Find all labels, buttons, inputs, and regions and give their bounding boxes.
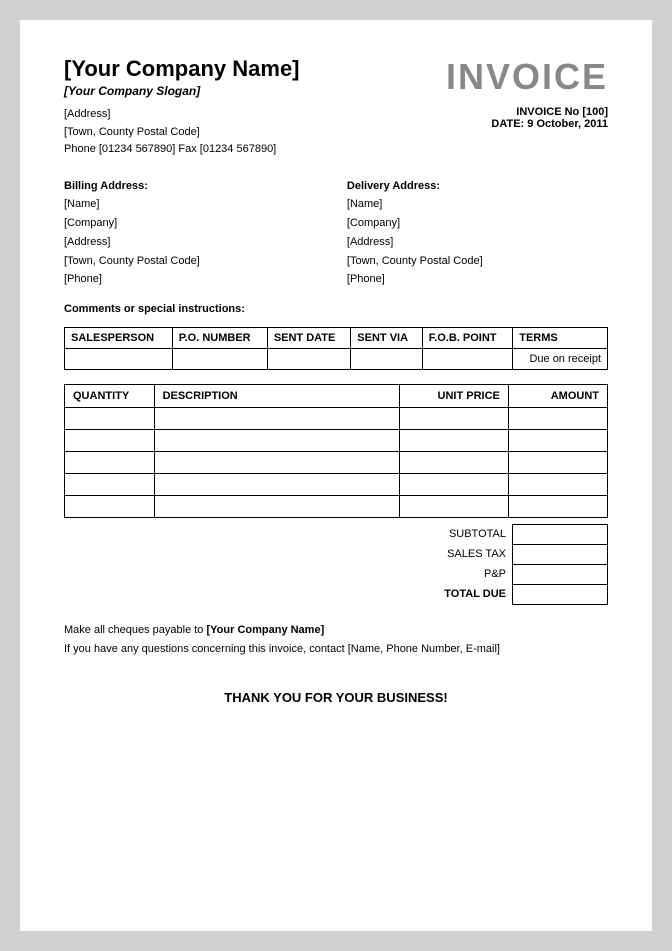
item-unit-price xyxy=(400,451,508,473)
invoice-meta: INVOICE No [100] DATE: 9 October, 2011 xyxy=(446,106,608,130)
subtotal-label: SUBTOTAL xyxy=(388,524,513,544)
billing-phone: [Phone] xyxy=(64,270,325,289)
total-due-row: TOTAL DUE xyxy=(388,584,608,604)
footer-note-part1: Make all cheques payable to xyxy=(64,624,206,636)
total-due-value xyxy=(513,584,608,604)
address-line1: [Address] xyxy=(64,106,300,124)
comments-section: Comments or special instructions: xyxy=(64,303,608,315)
company-address: [Address] [Town, County Postal Code] Pho… xyxy=(64,106,300,159)
footer-note-part2: If you have any questions concerning thi… xyxy=(64,643,500,655)
item-quantity xyxy=(65,473,155,495)
item-quantity xyxy=(65,429,155,451)
item-description xyxy=(154,407,400,429)
delivery-address-line: [Address] xyxy=(347,233,608,252)
sales-fob xyxy=(422,348,513,369)
item-description xyxy=(154,451,400,473)
item-quantity xyxy=(65,495,155,517)
item-amount xyxy=(508,495,607,517)
sales-header-terms: TERMS xyxy=(513,327,608,348)
invoice-no-label: INVOICE No xyxy=(516,106,579,118)
item-amount xyxy=(508,451,607,473)
totals-section: SUBTOTAL SALES TAX P&P TOTAL DUE xyxy=(64,524,608,605)
billing-town: [Town, County Postal Code] xyxy=(64,252,325,271)
item-quantity xyxy=(65,451,155,473)
sales-tax-value xyxy=(513,544,608,564)
delivery-company: [Company] xyxy=(347,214,608,233)
addresses-section: Billing Address: [Name] [Company] [Addre… xyxy=(64,177,608,289)
sales-table: SALESPERSON P.O. NUMBER SENT DATE SENT V… xyxy=(64,327,608,370)
item-description xyxy=(154,473,400,495)
comments-label: Comments or special instructions: xyxy=(64,303,245,315)
pnp-value xyxy=(513,564,608,584)
item-unit-price xyxy=(400,407,508,429)
delivery-town: [Town, County Postal Code] xyxy=(347,252,608,271)
invoice-no-value: [100] xyxy=(582,106,608,118)
item-unit-price xyxy=(400,473,508,495)
item-unit-price xyxy=(400,429,508,451)
sales-header-sent-date: SENT DATE xyxy=(267,327,350,348)
footer-note-bold: [Your Company Name] xyxy=(206,624,324,636)
invoice-no: INVOICE No [100] xyxy=(446,106,608,118)
table-row xyxy=(65,495,608,517)
billing-address-line: [Address] xyxy=(64,233,325,252)
company-slogan: [Your Company Slogan] xyxy=(64,84,300,98)
sales-po xyxy=(172,348,267,369)
sales-tax-row: SALES TAX xyxy=(388,544,608,564)
billing-title: Billing Address: xyxy=(64,177,325,196)
sales-row: Due on receipt xyxy=(65,348,608,369)
table-row xyxy=(65,473,608,495)
sales-header-sent-via: SENT VIA xyxy=(351,327,422,348)
billing-name: [Name] xyxy=(64,195,325,214)
address-line3: Phone [01234 567890] Fax [01234 567890] xyxy=(64,141,300,159)
sales-header-po: P.O. NUMBER xyxy=(172,327,267,348)
item-amount xyxy=(508,473,607,495)
table-row xyxy=(65,429,608,451)
pnp-row: P&P xyxy=(388,564,608,584)
table-row xyxy=(65,451,608,473)
delivery-title: Delivery Address: xyxy=(347,177,608,196)
items-header-amount: AMOUNT xyxy=(508,384,607,407)
billing-company: [Company] xyxy=(64,214,325,233)
sales-salesperson xyxy=(65,348,173,369)
item-amount xyxy=(508,407,607,429)
totals-table: SUBTOTAL SALES TAX P&P TOTAL DUE xyxy=(388,524,608,605)
invoice-title: INVOICE xyxy=(446,56,608,98)
invoice-title-block: INVOICE INVOICE No [100] DATE: 9 October… xyxy=(446,56,608,130)
items-header-quantity: QUANTITY xyxy=(65,384,155,407)
delivery-name: [Name] xyxy=(347,195,608,214)
sales-tax-label: SALES TAX xyxy=(388,544,513,564)
item-description xyxy=(154,495,400,517)
invoice-date: DATE: 9 October, 2011 xyxy=(446,118,608,130)
sales-header-salesperson: SALESPERSON xyxy=(65,327,173,348)
header-section: [Your Company Name] [Your Company Slogan… xyxy=(64,56,608,159)
invoice-page: [Your Company Name] [Your Company Slogan… xyxy=(20,20,652,931)
thank-you: THANK YOU FOR YOUR BUSINESS! xyxy=(64,690,608,705)
item-unit-price xyxy=(400,495,508,517)
sales-terms: Due on receipt xyxy=(513,348,608,369)
subtotal-value xyxy=(513,524,608,544)
subtotal-row: SUBTOTAL xyxy=(388,524,608,544)
date-value: 9 October, 2011 xyxy=(527,118,608,130)
table-row xyxy=(65,407,608,429)
pnp-label: P&P xyxy=(388,564,513,584)
billing-address: Billing Address: [Name] [Company] [Addre… xyxy=(64,177,325,289)
item-description xyxy=(154,429,400,451)
footer-note: Make all cheques payable to [Your Compan… xyxy=(64,621,608,658)
items-body xyxy=(65,407,608,517)
company-block: [Your Company Name] [Your Company Slogan… xyxy=(64,56,300,159)
item-amount xyxy=(508,429,607,451)
delivery-address: Delivery Address: [Name] [Company] [Addr… xyxy=(347,177,608,289)
date-label: DATE: xyxy=(491,118,524,130)
sales-sent-date xyxy=(267,348,350,369)
items-table: QUANTITY DESCRIPTION UNIT PRICE AMOUNT xyxy=(64,384,608,518)
sales-header-fob: F.O.B. POINT xyxy=(422,327,513,348)
item-quantity xyxy=(65,407,155,429)
total-due-label: TOTAL DUE xyxy=(388,584,513,604)
delivery-phone: [Phone] xyxy=(347,270,608,289)
address-line2: [Town, County Postal Code] xyxy=(64,124,300,142)
items-header-description: DESCRIPTION xyxy=(154,384,400,407)
company-name: [Your Company Name] xyxy=(64,56,300,82)
sales-sent-via xyxy=(351,348,422,369)
items-header-unit-price: UNIT PRICE xyxy=(400,384,508,407)
